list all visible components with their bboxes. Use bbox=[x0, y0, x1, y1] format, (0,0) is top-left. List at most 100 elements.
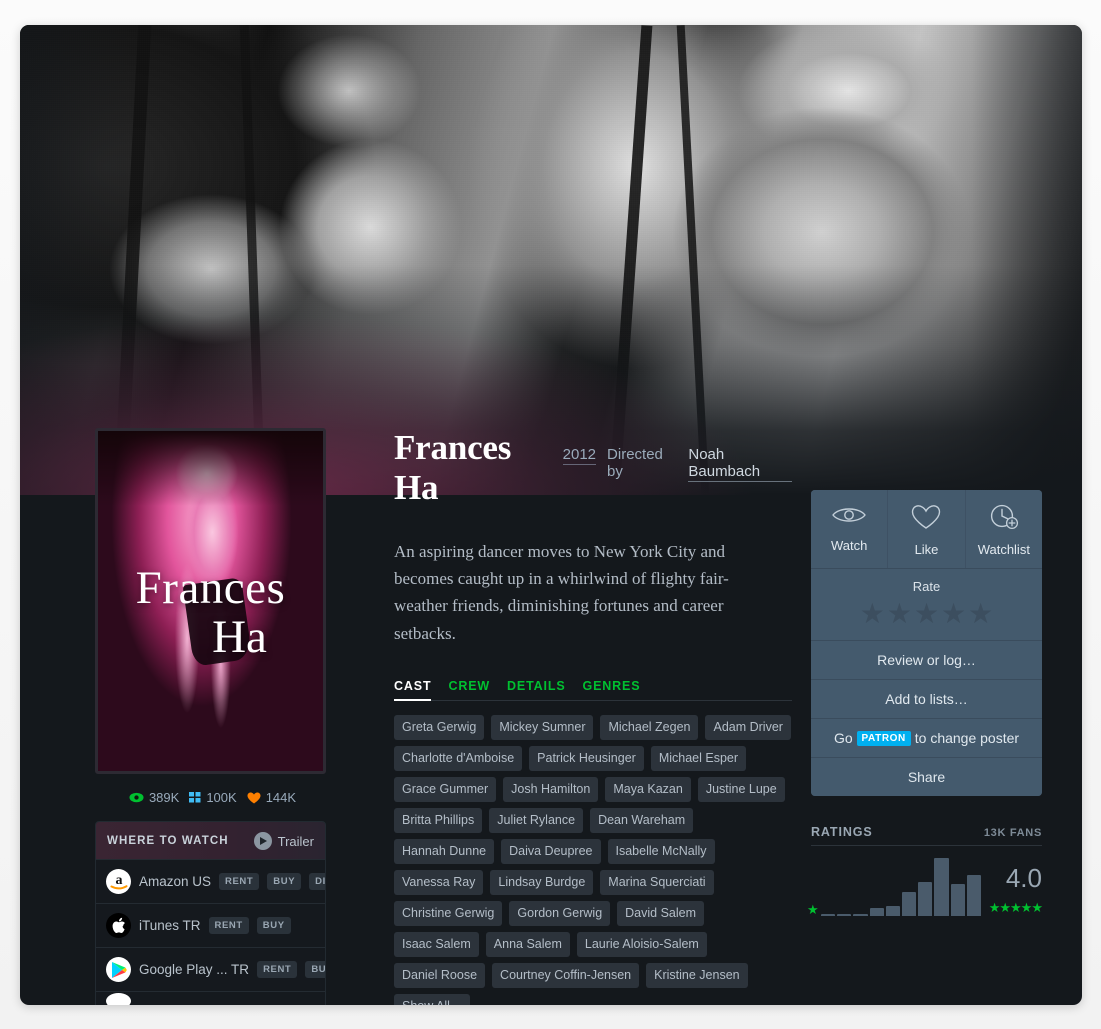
share-button[interactable]: Share bbox=[811, 757, 1042, 796]
watch-button[interactable]: Watch bbox=[811, 490, 888, 568]
histogram-bar[interactable] bbox=[853, 913, 868, 916]
cast-chip[interactable]: Daniel Roose bbox=[394, 962, 486, 988]
director-link[interactable]: Noah Baumbach bbox=[688, 446, 792, 482]
cast-chip[interactable]: Isabelle McNally bbox=[607, 838, 715, 864]
cast-chip[interactable]: Mickey Sumner bbox=[491, 714, 594, 740]
service-row-google-play[interactable]: Google Play ... TR RENT BUY bbox=[96, 947, 325, 991]
cast-chip[interactable]: Patrick Heusinger bbox=[529, 745, 644, 771]
show-all-button[interactable]: Show All… bbox=[394, 993, 471, 1005]
cast-chip[interactable]: Lindsay Burdge bbox=[490, 869, 594, 895]
tab-genres[interactable]: GENRES bbox=[583, 679, 641, 693]
service-tag-rent[interactable]: RENT bbox=[208, 917, 249, 934]
service-tag-buy[interactable]: BUY bbox=[305, 961, 325, 978]
heart-outline-icon bbox=[912, 505, 941, 529]
cast-chip[interactable]: Justine Lupe bbox=[697, 776, 785, 802]
service-tag-disc[interactable]: DISC bbox=[309, 873, 325, 890]
where-to-watch-panel: WHERE TO WATCH Trailer a Amazon US RENT … bbox=[95, 821, 326, 1005]
cast-chip[interactable]: Juliet Rylance bbox=[489, 807, 584, 833]
watchlist-button[interactable]: Watchlist bbox=[964, 490, 1042, 568]
change-poster-button[interactable]: Go PATRON to change poster bbox=[811, 718, 1042, 757]
action-panel: Watch Like Watchlist Rate ★ ★ ★ ★ ★ Revi… bbox=[811, 490, 1042, 796]
histogram-bar[interactable] bbox=[885, 905, 901, 916]
tab-cast[interactable]: CAST bbox=[394, 679, 432, 701]
cast-chip[interactable]: Grace Gummer bbox=[394, 776, 497, 802]
where-to-watch-heading: WHERE TO WATCH bbox=[107, 835, 229, 847]
cast-chip[interactable]: Marina Squerciati bbox=[600, 869, 714, 895]
cast-chip[interactable]: Laurie Aloisio-Salem bbox=[576, 931, 707, 957]
service-row-partial[interactable] bbox=[96, 991, 325, 1005]
service-tag-rent[interactable]: RENT bbox=[257, 961, 298, 978]
cast-chip[interactable]: Maya Kazan bbox=[605, 776, 691, 802]
stat-liked[interactable]: 144K bbox=[247, 790, 296, 805]
cast-chip[interactable]: Anna Salem bbox=[485, 931, 570, 957]
stat-lists[interactable]: 100K bbox=[189, 790, 237, 805]
rate-section: Rate ★ ★ ★ ★ ★ bbox=[811, 568, 1042, 640]
cast-chip[interactable]: Hannah Dunne bbox=[394, 838, 495, 864]
cast-chip[interactable]: Greta Gerwig bbox=[394, 714, 485, 740]
cast-chip[interactable]: Charlotte d'Amboise bbox=[394, 745, 523, 771]
like-button[interactable]: Like bbox=[887, 490, 965, 568]
histogram-bar[interactable] bbox=[902, 891, 917, 916]
cast-chip[interactable]: Michael Esper bbox=[650, 745, 747, 771]
stat-watched-value: 389K bbox=[148, 790, 180, 805]
tab-crew[interactable]: CREW bbox=[448, 679, 490, 693]
histogram-bar[interactable] bbox=[869, 907, 884, 916]
trailer-button[interactable]: Trailer bbox=[253, 832, 314, 850]
stat-watched[interactable]: 389K bbox=[129, 790, 179, 805]
watchlist-label: Watchlist bbox=[977, 542, 1030, 557]
right-column: Watch Like Watchlist Rate ★ ★ ★ ★ ★ Revi… bbox=[807, 490, 1046, 917]
info-tabs: CAST CREW DETAILS GENRES bbox=[394, 679, 792, 701]
cast-chip[interactable]: Isaac Salem bbox=[394, 931, 479, 957]
directed-by-label: Directed by bbox=[607, 446, 663, 480]
service-logo-partial bbox=[106, 992, 131, 1005]
patron-badge: PATRON bbox=[856, 731, 911, 746]
cast-chip[interactable]: Christine Gerwig bbox=[394, 900, 503, 926]
service-tag-rent[interactable]: RENT bbox=[219, 873, 260, 890]
rate-star-4[interactable]: ★ bbox=[941, 600, 966, 628]
cast-chip[interactable]: Daiva Deupree bbox=[501, 838, 601, 864]
histogram-bar[interactable] bbox=[934, 858, 949, 916]
high-rating-stars: ★★★★★ bbox=[988, 900, 1043, 915]
cast-list: Greta Gerwig Mickey Sumner Michael Zegen Ad… bbox=[394, 714, 794, 1005]
poster-title-line1: Frances bbox=[135, 562, 286, 614]
histogram-bar[interactable] bbox=[821, 913, 836, 916]
poster-top-shade bbox=[98, 431, 323, 506]
cast-chip[interactable]: Michael Zegen bbox=[600, 714, 699, 740]
film-year-link[interactable]: 2012 bbox=[562, 446, 597, 465]
rate-star-1[interactable]: ★ bbox=[860, 600, 885, 628]
histogram-bar[interactable] bbox=[966, 875, 982, 916]
cast-chip[interactable]: Vanessa Ray bbox=[394, 869, 484, 895]
histogram-bar[interactable] bbox=[837, 913, 852, 916]
film-poster[interactable]: Frances Ha bbox=[95, 428, 326, 774]
service-tag-buy[interactable]: BUY bbox=[256, 917, 291, 934]
cast-chip[interactable]: Kristine Jensen bbox=[646, 962, 748, 988]
service-row-itunes[interactable]: iTunes TR RENT BUY bbox=[96, 903, 325, 947]
cast-chip[interactable]: Dean Wareham bbox=[590, 807, 694, 833]
trailer-label: Trailer bbox=[277, 833, 314, 849]
cast-chip[interactable]: David Salem bbox=[617, 900, 705, 926]
service-row-amazon[interactable]: a Amazon US RENT BUY DISC bbox=[96, 859, 325, 903]
rate-stars[interactable]: ★ ★ ★ ★ ★ bbox=[811, 600, 1042, 628]
cast-chip[interactable]: Adam Driver bbox=[705, 714, 791, 740]
cast-chip[interactable]: Courtney Coffin-Jensen bbox=[492, 962, 640, 988]
histogram-bar[interactable] bbox=[950, 884, 965, 916]
cast-chip[interactable]: Britta Phillips bbox=[394, 807, 483, 833]
film-page-card: Frances Ha 389K 100K 144K WHERE TO WATCH… bbox=[20, 25, 1082, 1005]
fans-count[interactable]: 13K FANS bbox=[984, 827, 1042, 839]
poster-title: Frances Ha bbox=[98, 562, 323, 660]
cast-chip[interactable]: Gordon Gerwig bbox=[509, 900, 611, 926]
low-rating-star: ★ bbox=[807, 902, 819, 917]
rate-star-3[interactable]: ★ bbox=[914, 600, 939, 628]
rate-star-5[interactable]: ★ bbox=[968, 600, 993, 628]
amazon-icon: a bbox=[106, 869, 131, 894]
service-tag-buy[interactable]: BUY bbox=[267, 873, 302, 890]
service-name: Amazon US bbox=[139, 874, 212, 889]
rate-star-2[interactable]: ★ bbox=[887, 600, 912, 628]
tab-details[interactable]: DETAILS bbox=[507, 679, 566, 693]
add-to-lists-button[interactable]: Add to lists… bbox=[811, 679, 1042, 718]
play-icon bbox=[253, 832, 272, 850]
cast-chip[interactable]: Josh Hamilton bbox=[503, 776, 599, 802]
service-name: Google Play ... TR bbox=[139, 962, 250, 977]
histogram-bar[interactable] bbox=[918, 882, 933, 916]
review-or-log-button[interactable]: Review or log… bbox=[811, 640, 1042, 679]
